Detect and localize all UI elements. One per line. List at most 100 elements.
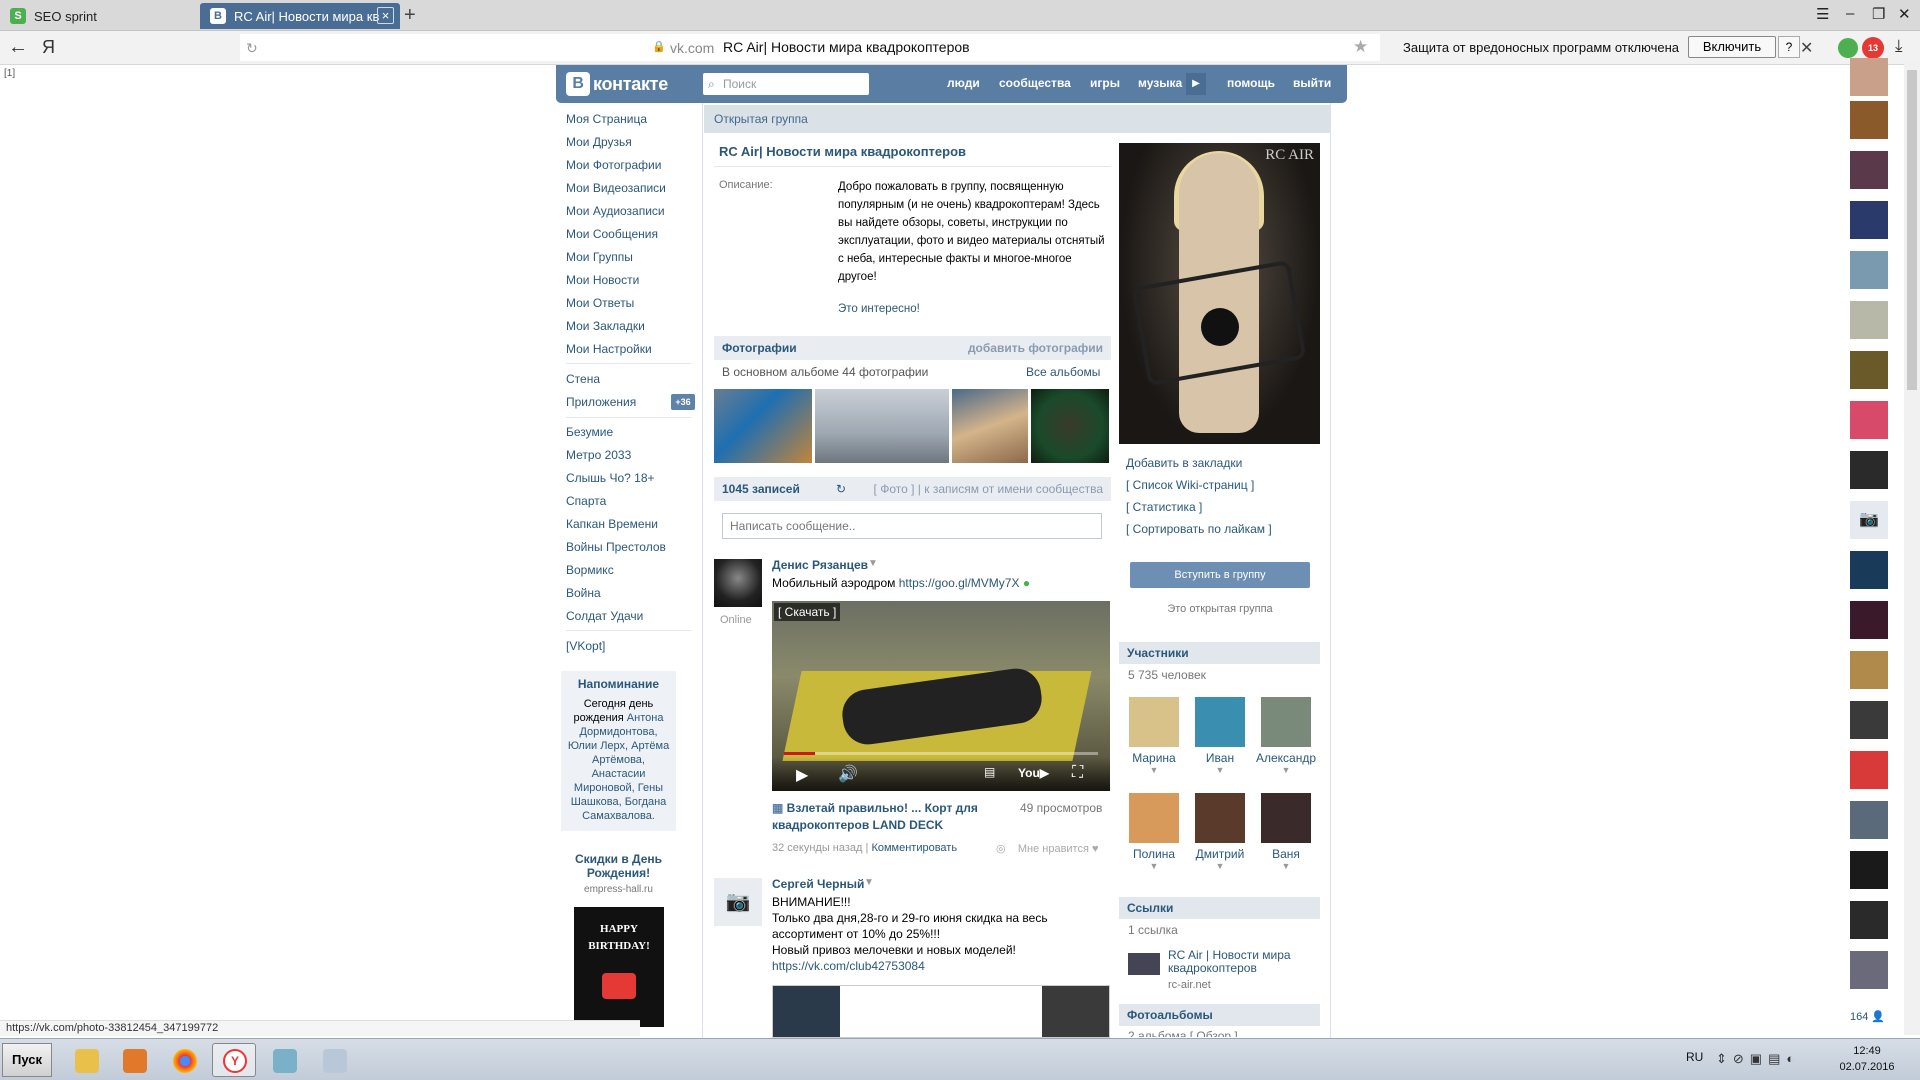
camera-icon[interactable]: 📷	[714, 878, 762, 926]
friend-avatar[interactable]	[1850, 451, 1888, 489]
friend-avatar[interactable]	[1850, 651, 1888, 689]
chevron-down-icon[interactable]: ▼	[1188, 861, 1252, 871]
photo-thumbnail[interactable]	[1031, 389, 1109, 463]
friend-avatar[interactable]	[1850, 58, 1888, 96]
friends-count[interactable]: 164 👤	[1850, 1010, 1885, 1023]
download-video-button[interactable]: [ Скачать ]	[774, 603, 841, 621]
chevron-down-icon[interactable]: ▼	[1254, 765, 1318, 775]
posts-filters[interactable]: [ Фото ] | к записям от имени сообщества	[874, 477, 1103, 501]
nav-people[interactable]: люди	[947, 76, 980, 90]
description-more-link[interactable]: Это интересно!	[838, 303, 920, 315]
nav-logout[interactable]: выйти	[1293, 76, 1331, 90]
menu-friends[interactable]: Мои Друзья	[566, 135, 632, 149]
media-taskbar-button[interactable]	[112, 1043, 156, 1077]
tab-seo-sprint[interactable]: S SEO sprint	[0, 3, 200, 29]
nav-communities[interactable]: сообщества	[999, 76, 1071, 90]
group-cover-photo[interactable]: RC AIR	[1119, 143, 1320, 444]
friend-avatar[interactable]	[1850, 701, 1888, 739]
sort-by-likes-link[interactable]: [ Сортировать по лайкам ]	[1126, 522, 1272, 536]
menu-groups[interactable]: Мои Группы	[566, 250, 633, 264]
menu-apps[interactable]: Приложения	[566, 395, 636, 409]
menu-wall[interactable]: Стена	[566, 372, 600, 386]
member-card[interactable]: Полина ▼	[1122, 793, 1186, 871]
members-header[interactable]: Участники	[1119, 642, 1320, 664]
friend-avatar[interactable]	[1850, 401, 1888, 439]
member-card[interactable]: Ваня ▼	[1254, 793, 1318, 871]
friend-avatar[interactable]	[1850, 251, 1888, 289]
member-card[interactable]: Иван ▼	[1188, 697, 1252, 775]
camera-icon[interactable]: 📷	[1850, 501, 1888, 539]
start-button[interactable]: Пуск	[2, 1043, 52, 1077]
add-bookmark-link[interactable]: Добавить в закладки	[1126, 456, 1242, 470]
photo-thumbnail[interactable]	[815, 389, 949, 463]
nav-music[interactable]: музыка	[1138, 76, 1182, 90]
app-item[interactable]: Война	[566, 586, 601, 600]
ad-block[interactable]: Скидки в День Рождения! empress-hall.ru	[561, 852, 676, 895]
close-tab-icon[interactable]: ×	[377, 7, 394, 24]
music-play-icon[interactable]: ▶	[1186, 73, 1206, 95]
friend-avatar[interactable]	[1850, 151, 1888, 189]
friend-avatar[interactable]	[1850, 301, 1888, 339]
app-item[interactable]: Вормикс	[566, 563, 614, 577]
member-card[interactable]: Марина ▼	[1122, 697, 1186, 775]
friend-avatar[interactable]	[1850, 201, 1888, 239]
nav-games[interactable]: игры	[1090, 76, 1120, 90]
app-item[interactable]: Солдат Удачи	[566, 609, 643, 623]
chevron-down-icon[interactable]: ▼	[1188, 765, 1252, 775]
extension-icon[interactable]	[1838, 38, 1858, 58]
system-tray[interactable]: ⇕⊘▣▤◐	[1716, 1051, 1800, 1067]
adblock-badge-icon[interactable]: 13	[1862, 37, 1884, 59]
friend-avatar[interactable]	[1850, 551, 1888, 589]
minimize-icon[interactable]: –	[1846, 5, 1854, 22]
app-item[interactable]: Метро 2033	[566, 448, 631, 462]
reminder-names[interactable]: Антона Дормидонтова, Юлии Лерх, Артёма А…	[568, 712, 669, 822]
menu-audio[interactable]: Мои Аудиозаписи	[566, 204, 665, 218]
bookmark-star-icon[interactable]: ★	[1353, 37, 1368, 57]
new-tab-icon[interactable]: +	[404, 4, 416, 27]
download-icon[interactable]: ⤓	[1895, 36, 1903, 56]
friend-avatar[interactable]	[1850, 951, 1888, 989]
volume-icon[interactable]: 🔊	[838, 764, 858, 784]
chevron-down-icon[interactable]: ▼	[1122, 861, 1186, 871]
yandex-icon[interactable]: Я	[42, 37, 55, 58]
menu-answers[interactable]: Мои Ответы	[566, 296, 634, 310]
subtitles-icon[interactable]: ▤	[984, 765, 995, 779]
paint-taskbar-button[interactable]	[312, 1043, 356, 1077]
reload-icon[interactable]: ↻	[246, 40, 258, 57]
app-taskbar-button[interactable]	[262, 1043, 306, 1077]
photos-title[interactable]: Фотографии	[722, 336, 797, 360]
friend-avatar[interactable]	[1850, 601, 1888, 639]
enable-protection-button[interactable]: Включить	[1688, 36, 1776, 58]
vk-logo[interactable]: Вконтакте	[566, 71, 668, 97]
app-item[interactable]: Безумие	[566, 425, 613, 439]
chevron-down-icon[interactable]: ▼	[1122, 765, 1186, 775]
help-button[interactable]: ?	[1778, 36, 1800, 58]
photo-thumbnail[interactable]	[952, 389, 1028, 463]
links-header[interactable]: Ссылки	[1119, 897, 1320, 919]
post-link[interactable]: https://vk.com/club42753084	[772, 959, 925, 973]
share-icon[interactable]: ◎	[996, 843, 1006, 855]
post-author[interactable]: Сергей Черный	[772, 877, 864, 891]
menu-photos[interactable]: Мои Фотографии	[566, 158, 661, 172]
friend-avatar[interactable]	[1850, 751, 1888, 789]
friend-avatar[interactable]	[1850, 801, 1888, 839]
dropdown-arrow-icon[interactable]: ▼	[868, 558, 878, 569]
albums-header[interactable]: Фотоальбомы	[1119, 1004, 1320, 1026]
app-item[interactable]: Войны Престолов	[566, 540, 666, 554]
app-item[interactable]: Слышь Чо? 18+	[566, 471, 655, 485]
vkopt-link[interactable]: [VKopt]	[566, 639, 605, 653]
menu-bookmarks[interactable]: Мои Закладки	[566, 319, 645, 333]
chevron-down-icon[interactable]: ▼	[1254, 861, 1318, 871]
app-item[interactable]: Капкан Времени	[566, 517, 658, 531]
video-progress-bar[interactable]	[784, 752, 1098, 755]
dropdown-arrow-icon[interactable]: ▼	[864, 877, 874, 888]
ad-image[interactable]: HAPPY BIRTHDAY!	[574, 907, 664, 1027]
friend-avatar[interactable]	[1850, 851, 1888, 889]
menu-my-page[interactable]: Моя Страница	[566, 112, 647, 126]
fullscreen-icon[interactable]: ⛶	[1072, 764, 1083, 782]
link-title[interactable]: RC Air | Новости мира квадрокоптеров	[1168, 949, 1318, 975]
clock[interactable]: 12:49 02.07.2016	[1832, 1043, 1902, 1075]
member-card[interactable]: Александр ▼	[1254, 697, 1318, 775]
add-photos-link[interactable]: добавить фотографии	[968, 336, 1103, 360]
join-group-button[interactable]: Вступить в группу	[1130, 562, 1310, 588]
